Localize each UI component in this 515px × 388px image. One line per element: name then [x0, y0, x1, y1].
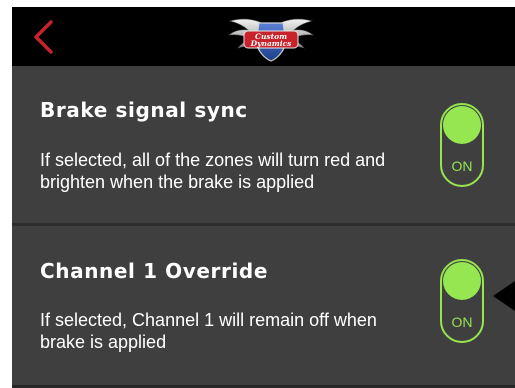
toggle-state-label: ON — [451, 158, 473, 174]
setting-title: Brake signal sync — [40, 98, 248, 122]
chevron-left-icon — [34, 20, 53, 54]
back-button[interactable] — [30, 19, 58, 55]
toggle-knob — [443, 106, 481, 144]
custom-dynamics-logo: Custom Dynamics — [228, 18, 314, 62]
setting-description: If selected, Channel 1 will remain off w… — [40, 310, 377, 352]
channel-1-override-toggle[interactable]: ON — [440, 259, 484, 343]
toggle-state-label: ON — [451, 314, 473, 330]
brake-signal-sync-toggle[interactable]: ON — [440, 103, 484, 187]
toggle-knob — [443, 262, 481, 300]
logo-text-line2: Dynamics — [250, 39, 293, 48]
pointer-arrow-icon — [493, 281, 515, 311]
setting-title: Channel 1 Override — [40, 259, 269, 283]
setting-row-brake-signal-sync: Brake signal sync If selected, all of th… — [12, 66, 515, 223]
setting-description: If selected, all of the zones will turn … — [40, 150, 386, 192]
top-bar: Custom Dynamics — [12, 7, 515, 66]
setting-row-channel-1-override: Channel 1 Override If selected, Channel … — [12, 226, 515, 385]
